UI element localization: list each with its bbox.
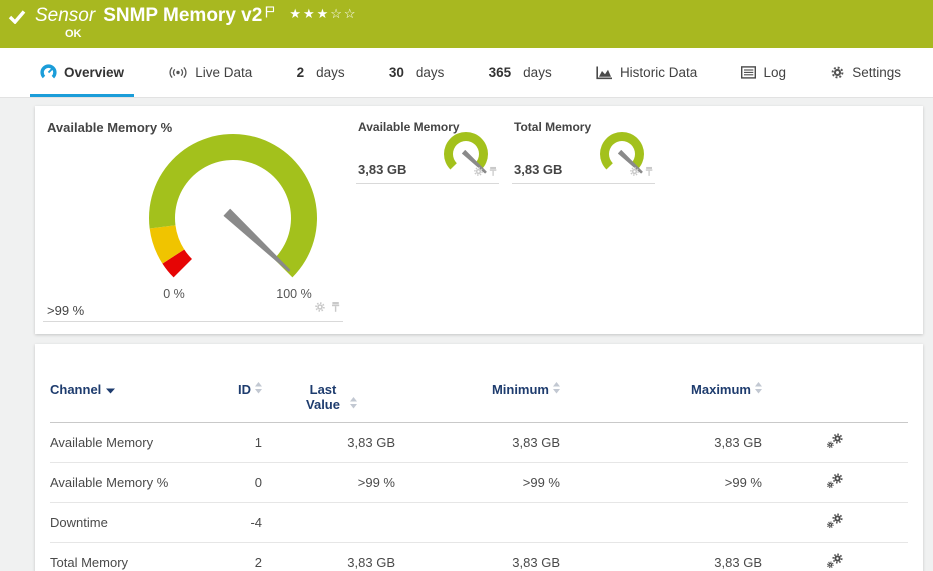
live-signal-icon [168,66,188,79]
channel-id: 0 [200,463,262,503]
channels-panel: Channel ID Last Value Minimum Maximum [35,344,923,571]
historic-chart-icon [596,66,613,80]
channel-maximum: 3,83 GB [560,423,762,463]
object-kind-label: Sensor [35,5,95,27]
table-row: Available Memory % 0 >99 % >99 % >99 % [50,463,908,503]
gauges-panel: Available Memory % 0 %100 % >99 % [35,106,923,334]
tab-label: Log [763,65,786,80]
tab-label: Historic Data [620,65,697,80]
column-header-last-value[interactable]: Last Value [262,382,395,423]
sort-icon [553,382,560,397]
tab-365-days[interactable]: 365 days [479,48,562,97]
gauge-title: Total Memory [514,120,591,134]
channel-id: 2 [200,543,262,571]
tab-label: Overview [64,65,124,80]
sort-icon [350,397,357,412]
column-header-channel[interactable]: Channel [50,382,200,423]
tab-2-days[interactable]: 2 days [287,48,355,97]
channel-last-value [262,503,395,543]
column-header-maximum[interactable]: Maximum [560,382,762,423]
gear-icon[interactable] [473,164,484,182]
channel-name[interactable]: Available Memory [50,423,200,463]
pin-icon[interactable] [644,164,654,182]
tab-log[interactable]: Log [731,48,796,97]
table-row: Downtime -4 [50,503,908,543]
channel-settings-icon[interactable] [762,463,908,503]
priority-stars[interactable]: ★★★☆☆ [289,6,357,22]
chevron-down-icon [106,382,115,397]
channel-minimum: 3,83 GB [395,423,560,463]
channel-minimum [395,503,560,543]
available-memory-tile: Available Memory 3,83 GB [356,118,499,184]
gauge-value: 3,83 GB [358,162,406,177]
channel-settings-icon[interactable] [762,423,908,463]
log-list-icon [741,66,756,79]
channels-table: Channel ID Last Value Minimum Maximum [50,382,908,571]
sensor-title: SNMP Memory v2 [103,5,262,27]
svg-text:100 %: 100 % [276,287,311,301]
channel-id: -4 [200,503,262,543]
overview-content: Available Memory % 0 % 100 % >99 % [0,98,933,571]
channel-last-value: 3,83 GB [262,423,395,463]
gauge-value: 3,83 GB [514,162,562,177]
gear-icon [830,65,845,80]
tab-number: 365 [489,65,512,80]
channel-settings-icon[interactable] [762,503,908,543]
total-memory-tile: Total Memory 3,83 GB [512,118,655,184]
sort-icon [255,382,262,397]
tab-settings[interactable]: Settings [820,48,911,97]
main-gauge-tile: Available Memory % 0 %100 % >99 % [43,112,343,326]
sensor-tab-bar: Overview Live Data 2 days 30 days 365 da… [0,48,933,98]
channel-last-value: 3,83 GB [262,543,395,571]
tab-label: Live Data [195,65,252,80]
tab-label: days [416,65,445,80]
tab-30-days[interactable]: 30 days [379,48,455,97]
channel-minimum: >99 % [395,463,560,503]
table-row: Total Memory 2 3,83 GB 3,83 GB 3,83 GB [50,543,908,571]
pin-icon[interactable] [330,300,341,318]
channel-maximum [560,503,762,543]
gear-icon[interactable] [314,300,326,318]
sensor-status-banner: Sensor SNMP Memory v2 ★★★☆☆ OK [0,0,933,48]
available-memory-percent-gauge: 0 % 100 % [118,126,350,304]
tab-label: Settings [852,65,901,80]
column-header-minimum[interactable]: Minimum [395,382,560,423]
channel-id: 1 [200,423,262,463]
tab-historic-data[interactable]: Historic Data [586,48,707,97]
sort-icon [755,382,762,397]
gauge-icon [40,64,57,81]
tab-number: 2 [297,65,305,80]
channel-name[interactable]: Downtime [50,503,200,543]
pin-icon[interactable] [488,164,498,182]
gear-icon[interactable] [629,164,640,182]
tab-overview[interactable]: Overview [30,48,134,97]
gauge-value: >99 % [47,303,84,318]
table-row: Available Memory 1 3,83 GB 3,83 GB 3,83 … [50,423,908,463]
channel-name[interactable]: Available Memory % [50,463,200,503]
channel-settings-icon[interactable] [762,543,908,571]
status-badge: OK [65,28,923,40]
tab-label: days [316,65,345,80]
column-header-id[interactable]: ID [200,382,262,423]
channel-maximum: 3,83 GB [560,543,762,571]
table-header-row: Channel ID Last Value Minimum Maximum [50,382,908,423]
tab-live-data[interactable]: Live Data [158,48,262,97]
tab-number: 30 [389,65,404,80]
ok-check-icon [8,9,26,24]
channel-minimum: 3,83 GB [395,543,560,571]
svg-text:0 %: 0 % [163,287,185,301]
channel-name[interactable]: Total Memory [50,543,200,571]
tab-label: days [523,65,552,80]
channel-last-value: >99 % [262,463,395,503]
priority-flag-icon[interactable] [265,6,275,18]
channel-maximum: >99 % [560,463,762,503]
